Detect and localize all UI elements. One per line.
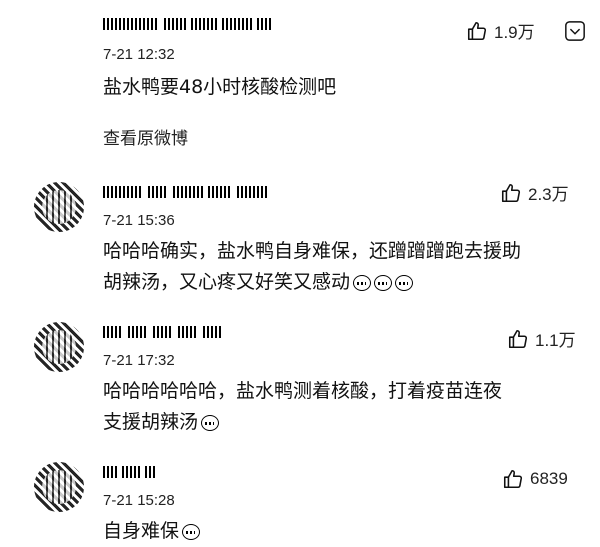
- laugh-cry-emoji-icon: [201, 414, 220, 431]
- comment-text-line: 支援胡辣汤: [103, 407, 563, 438]
- comment-timestamp: 7-21 17:32: [103, 352, 175, 369]
- username-redacted[interactable]: [103, 464, 157, 480]
- laugh-cry-emoji-icon: [353, 274, 372, 291]
- comment-text-line: 胡辣汤，又心疼又好笑又感动: [103, 267, 563, 298]
- like-button[interactable]: 2.3万: [500, 180, 569, 205]
- view-original-weibo-link[interactable]: 查看原微博: [103, 124, 188, 149]
- laugh-cry-emoji-icon: [374, 274, 393, 291]
- comment-timestamp: 7-21 15:28: [103, 492, 175, 509]
- thumbs-up-icon: [508, 329, 528, 348]
- avatar[interactable]: [34, 322, 84, 372]
- like-count: 2.3万: [528, 185, 569, 204]
- like-button[interactable]: 6839: [502, 468, 568, 490]
- comment-text-line: 自身难保: [103, 520, 180, 542]
- comment-text-line2: 胡辣汤，又心疼又好笑又感动: [103, 271, 351, 293]
- avatar[interactable]: [34, 182, 84, 232]
- like-button[interactable]: 1.1万: [507, 326, 576, 351]
- comment-timestamp: 7-21 15:36: [103, 212, 175, 229]
- like-count: 6839: [530, 469, 568, 488]
- chevron-down-icon[interactable]: [564, 20, 586, 42]
- comment-text-line2: 支援胡辣汤: [103, 411, 199, 433]
- comment-timestamp: 7-21 12:32: [103, 46, 175, 63]
- username-redacted[interactable]: [103, 324, 223, 340]
- laugh-cry-emoji-icon: [395, 274, 414, 291]
- username-redacted[interactable]: [103, 16, 271, 32]
- comment-text-line: 哈哈哈哈哈哈，盐水鸭测着核酸，打着疫苗连夜: [103, 380, 503, 402]
- thumbs-up-icon: [503, 469, 523, 489]
- username-redacted[interactable]: [103, 184, 267, 200]
- comment-text: 盐水鸭要48小时核酸检测吧: [103, 76, 337, 98]
- like-count: 1.9万: [494, 23, 535, 42]
- laugh-cry-emoji-icon: [182, 523, 201, 540]
- thumbs-up-icon: [501, 183, 521, 202]
- like-button[interactable]: 1.9万: [466, 18, 535, 43]
- comment-text: 哈哈哈哈哈哈，盐水鸭测着核酸，打着疫苗连夜 支援胡辣汤: [103, 376, 563, 438]
- comment-text: 自身难保: [103, 516, 563, 547]
- comment-text-line: 哈哈哈确实，盐水鸭自身难保，还蹭蹭蹭跑去援助: [103, 240, 522, 262]
- thumbs-up-icon: [467, 21, 487, 40]
- like-count: 1.1万: [535, 331, 576, 350]
- avatar[interactable]: [34, 462, 84, 512]
- comment-text: 哈哈哈确实，盐水鸭自身难保，还蹭蹭蹭跑去援助 胡辣汤，又心疼又好笑又感动: [103, 236, 563, 298]
